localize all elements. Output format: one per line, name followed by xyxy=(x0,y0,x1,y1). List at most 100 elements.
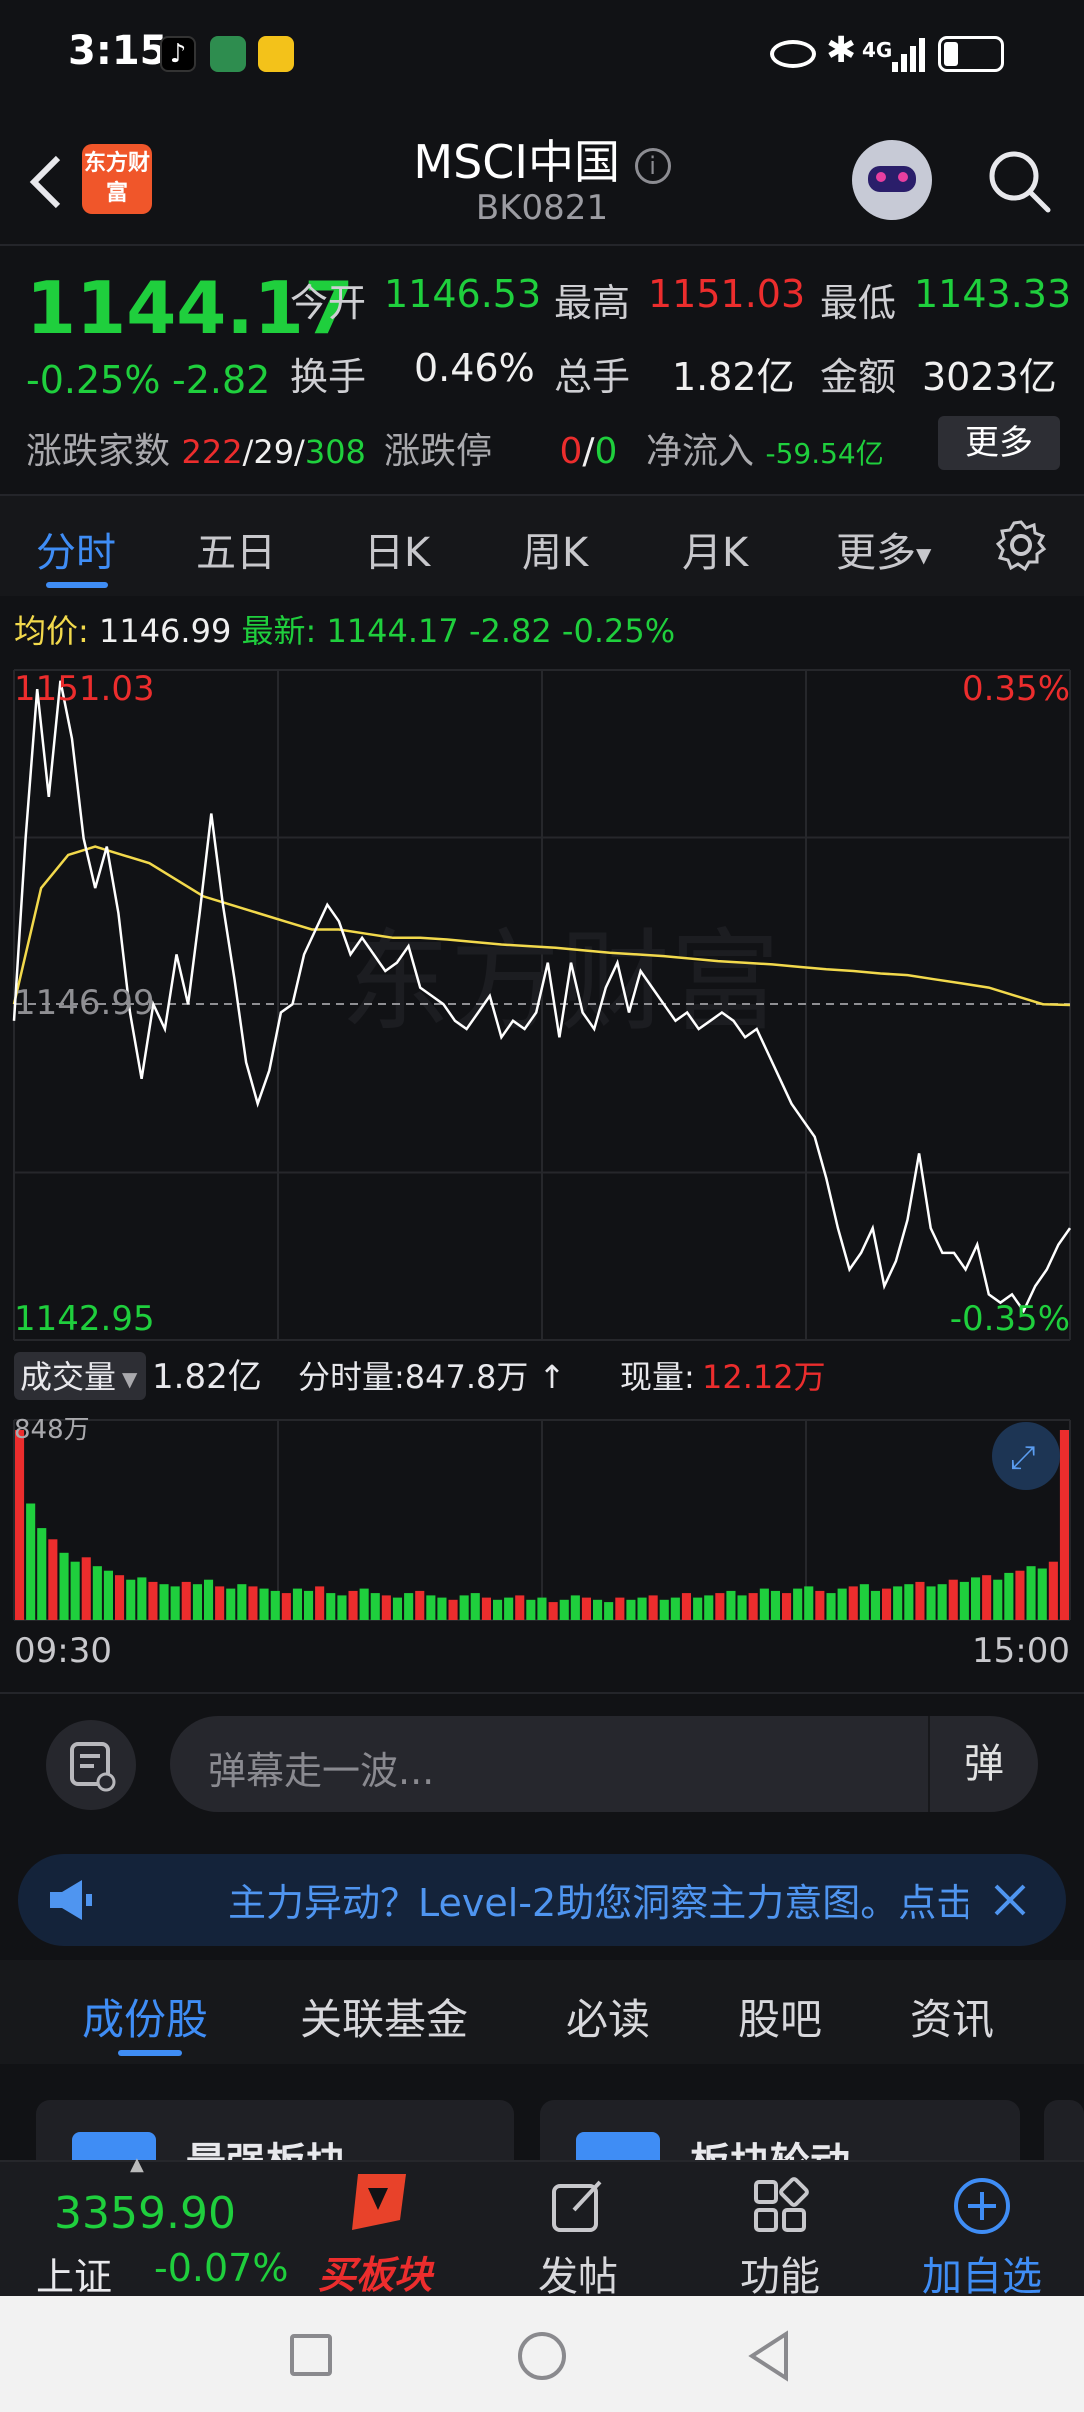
bluetooth-icon: ✱ xyxy=(826,30,857,71)
app-header: 东方财富 MSCI中国 i BK0821 xyxy=(0,110,1084,246)
index-value[interactable]: 3359.90 xyxy=(54,2188,236,2239)
volume-bar xyxy=(248,1586,258,1620)
volume-bar xyxy=(1037,1568,1047,1620)
search-icon[interactable] xyxy=(984,146,1054,216)
megaphone-icon xyxy=(50,1880,92,1920)
subtab-constituents[interactable]: 成份股 xyxy=(82,1986,208,2047)
info-icon[interactable]: i xyxy=(634,147,671,184)
index-name[interactable]: 上证 xyxy=(36,2246,112,2301)
close-icon[interactable] xyxy=(990,1880,1030,1920)
volume-bar xyxy=(870,1590,880,1620)
caret-down-icon: ▼ xyxy=(916,543,932,567)
volume-bar xyxy=(748,1593,758,1620)
current-volume: 12.12万 xyxy=(702,1358,826,1396)
tab-more[interactable]: 更多▼ xyxy=(836,520,931,578)
banner-text: 主力异动？Level-2助您洞察主力意图。点击 xyxy=(228,1881,968,1925)
danmaku-toggle-button[interactable]: 弹 xyxy=(928,1716,1038,1812)
volume-bar xyxy=(859,1584,869,1620)
volume-bar xyxy=(648,1595,658,1620)
open-label: 今开 xyxy=(290,281,367,325)
function-grid-icon[interactable] xyxy=(750,2176,810,2236)
volume-bar xyxy=(637,1597,647,1620)
tab-intraday[interactable]: 分时 xyxy=(36,520,116,578)
volume-bar xyxy=(915,1581,925,1620)
post-button[interactable]: 发帖 xyxy=(538,2244,618,2302)
function-button[interactable]: 功能 xyxy=(740,2244,820,2302)
volume-bar xyxy=(270,1590,280,1620)
tab-monthly-k[interactable]: 月K xyxy=(682,520,748,578)
back-nav-icon[interactable] xyxy=(746,2330,792,2382)
eye-icon xyxy=(770,40,816,68)
add-watchlist-button[interactable]: 加自选 xyxy=(922,2244,1042,2302)
volume-bar xyxy=(448,1599,458,1620)
subtab-news[interactable]: 资讯 xyxy=(910,1986,994,2047)
amount-value: 3023亿 xyxy=(922,355,1057,399)
divider xyxy=(0,244,1084,246)
gear-icon[interactable] xyxy=(994,518,1048,572)
volume-bar xyxy=(759,1588,769,1620)
intraday-chart[interactable]: 东方财富 1151.03 1146.99 1142.95 0.35% -0.35… xyxy=(0,660,1084,1700)
volume-bar xyxy=(404,1593,414,1620)
card-partial[interactable] xyxy=(1044,2100,1084,2160)
tab-daily-k[interactable]: 日K xyxy=(364,520,430,578)
volume-bar xyxy=(70,1561,80,1620)
amount-label: 金额 xyxy=(820,355,897,399)
volume-bar xyxy=(848,1586,858,1620)
volume-bar xyxy=(493,1599,503,1620)
low-value: 1143.33 xyxy=(914,272,1072,316)
turnover-value: 0.46% xyxy=(414,346,535,390)
volume-bar xyxy=(470,1593,480,1620)
buy-sector-icon[interactable] xyxy=(344,2170,414,2234)
volume-bar xyxy=(526,1599,536,1620)
assistant-robot-icon[interactable] xyxy=(852,140,932,220)
volume-bar xyxy=(170,1586,180,1620)
divider xyxy=(0,1692,1084,1694)
volume-bar xyxy=(726,1590,736,1620)
status-bar: 3:15 ♪ ✱ 4G xyxy=(0,0,1084,110)
tab-5day[interactable]: 五日 xyxy=(196,520,276,578)
volume-bar xyxy=(92,1566,102,1620)
volume-bar xyxy=(192,1584,202,1620)
volume-bar xyxy=(359,1588,369,1620)
volume-bar xyxy=(48,1539,58,1620)
add-watchlist-icon[interactable] xyxy=(952,2176,1012,2236)
volume-bar xyxy=(337,1595,347,1620)
volume-bar xyxy=(481,1597,491,1620)
volume-bar xyxy=(770,1590,780,1620)
pct-max-label: 0.35% xyxy=(962,669,1070,709)
volume-bar xyxy=(948,1579,958,1620)
index-change[interactable]: -0.07% xyxy=(154,2246,288,2290)
volume-bar xyxy=(715,1593,725,1620)
subtab-forum[interactable]: 股吧 xyxy=(738,1986,822,2047)
volume-bar xyxy=(259,1588,269,1620)
subtab-must-read[interactable]: 必读 xyxy=(566,1986,650,2047)
x-end-label: 15:00 xyxy=(972,1631,1070,1671)
volume-bar xyxy=(181,1581,191,1620)
recents-icon[interactable] xyxy=(290,2334,332,2376)
volume-bar xyxy=(81,1557,91,1620)
battery-icon xyxy=(938,36,1004,72)
card-icon xyxy=(576,2132,660,2160)
edit-post-icon[interactable] xyxy=(548,2176,608,2236)
danmaku-settings-icon[interactable] xyxy=(46,1720,136,1810)
volume-bar xyxy=(804,1586,814,1620)
volume-bar xyxy=(237,1584,247,1620)
home-icon[interactable] xyxy=(518,2332,566,2380)
volume-bar xyxy=(37,1528,47,1620)
bottom-nav: ▲ 3359.90 上证 -0.07% 买板块 发帖 功能 加自选 xyxy=(0,2154,1084,2300)
volume-bar xyxy=(993,1579,1003,1620)
volume-bar xyxy=(982,1575,992,1620)
volume-label: 成交量 xyxy=(20,1358,116,1396)
volume-bar xyxy=(904,1584,914,1620)
buy-sector-button[interactable]: 买板块 xyxy=(318,2244,432,2299)
volume-bar xyxy=(459,1595,469,1620)
volume-bar xyxy=(615,1597,625,1620)
x-start-label: 09:30 xyxy=(14,1631,112,1671)
limit-counts: 涨跌停 0/0 xyxy=(384,431,618,472)
volume-bar xyxy=(837,1588,847,1620)
volume-bar xyxy=(1026,1566,1036,1620)
more-button[interactable]: 更多 xyxy=(938,416,1060,470)
volume-bar xyxy=(26,1503,36,1620)
tab-weekly-k[interactable]: 周K xyxy=(522,520,588,578)
subtab-related-funds[interactable]: 关联基金 xyxy=(300,1986,468,2047)
